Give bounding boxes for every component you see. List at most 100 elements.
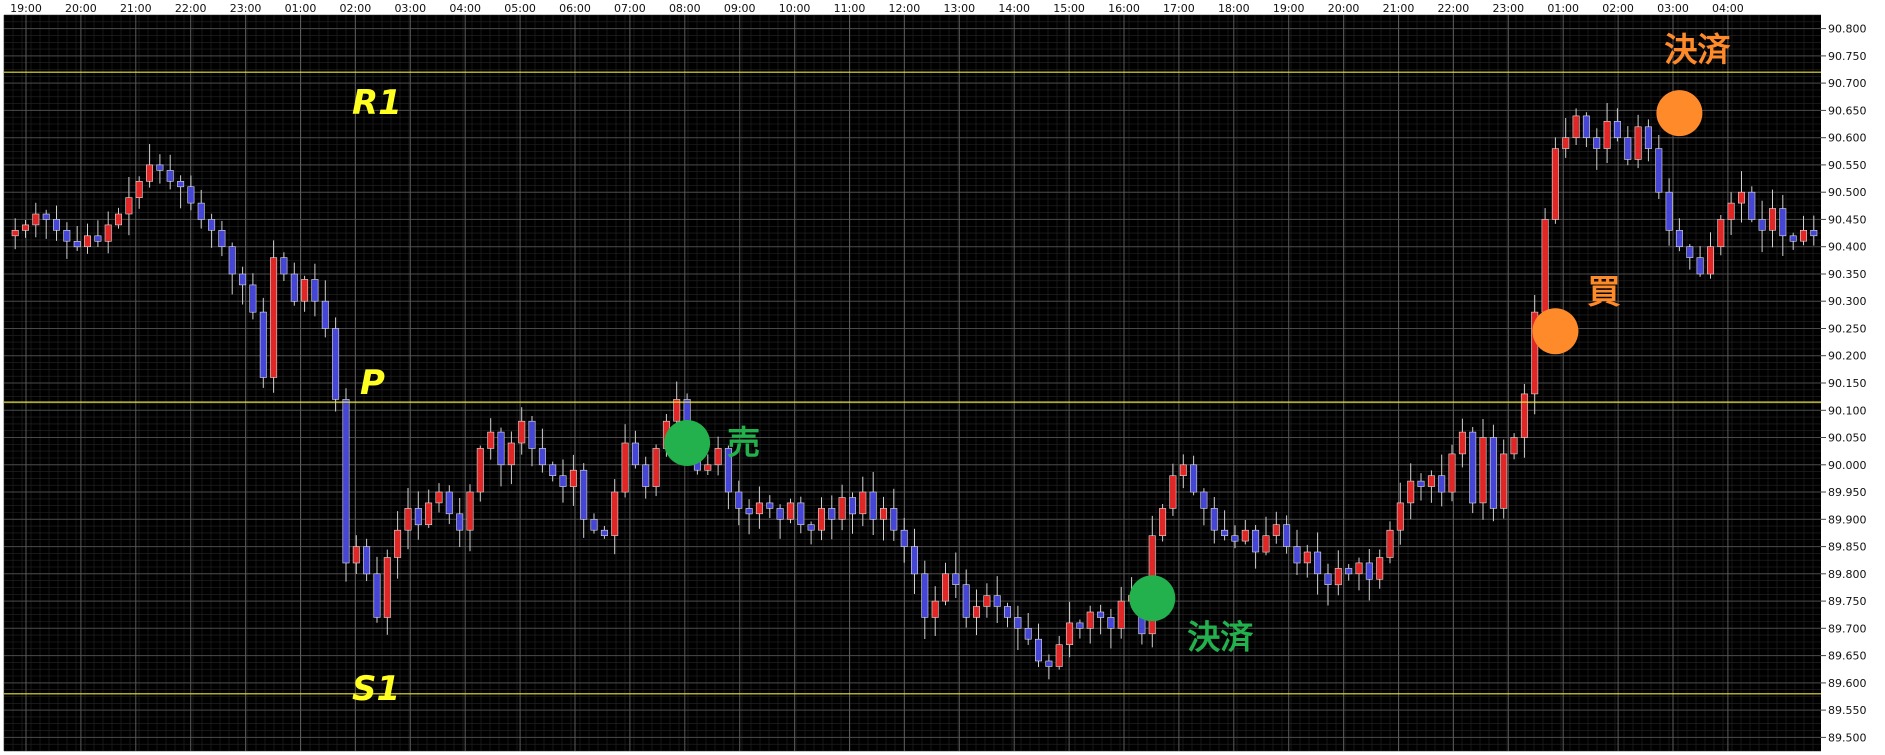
- candle-body: [1303, 551, 1311, 564]
- candle-body: [590, 518, 598, 531]
- x-tick-label: 21:00: [1383, 2, 1415, 15]
- x-tick-label: 16:00: [1108, 2, 1140, 15]
- candle-body: [1779, 208, 1787, 237]
- pivot-label-r1: R1: [352, 83, 402, 123]
- y-tick-label: 90.650: [1828, 104, 1867, 117]
- y-tick-label: 90.500: [1828, 186, 1867, 199]
- candle-body: [755, 502, 763, 515]
- candle-body: [1469, 431, 1477, 504]
- candle-body: [435, 491, 443, 504]
- candle-body: [1675, 230, 1683, 248]
- candle-body: [290, 273, 298, 302]
- candle-body: [104, 224, 112, 242]
- candle-body: [32, 213, 40, 226]
- candle-body: [714, 448, 722, 466]
- candle-body: [1014, 617, 1022, 629]
- candle-body: [1603, 121, 1611, 149]
- pivot-label-p: P: [360, 363, 385, 403]
- x-tick-label: 02:00: [1602, 2, 1634, 15]
- candle-body: [1003, 606, 1011, 618]
- candle-body: [1159, 508, 1167, 536]
- candle-body: [187, 186, 195, 204]
- candle-body: [652, 448, 660, 487]
- y-tick-label: 89.900: [1828, 513, 1867, 526]
- y-tick-label: 90.600: [1828, 132, 1867, 145]
- x-tick-label: 02:00: [340, 2, 372, 15]
- y-tick-label: 90.050: [1828, 432, 1867, 445]
- x-tick-label: 21:00: [120, 2, 152, 15]
- y-tick-label: 90.150: [1828, 377, 1867, 390]
- x-tick-label: 09:00: [724, 2, 756, 15]
- candle-body: [1727, 202, 1735, 220]
- y-tick-label: 90.800: [1828, 23, 1867, 36]
- candle-body: [456, 513, 464, 531]
- candle: [1159, 504, 1167, 542]
- x-tick-label: 03:00: [1657, 2, 1689, 15]
- candle-body: [466, 491, 474, 531]
- y-tick-label: 89.950: [1828, 486, 1867, 499]
- candle-body: [1810, 230, 1818, 237]
- trade-marker-sell-exit: [1129, 575, 1176, 622]
- candle-body: [73, 241, 81, 248]
- candle: [270, 240, 278, 393]
- candle-body: [1293, 546, 1301, 564]
- x-tick-label: 20:00: [1328, 2, 1360, 15]
- candle-body: [1200, 491, 1208, 509]
- candle-body: [1345, 568, 1353, 575]
- candle-body: [704, 464, 712, 471]
- candle-body: [631, 442, 639, 466]
- candle-body: [838, 497, 846, 520]
- x-tick-label: 03:00: [394, 2, 426, 15]
- candle-body: [910, 546, 918, 575]
- candle-body: [890, 508, 898, 531]
- x-tick-label: 01:00: [285, 2, 317, 15]
- candle-body: [1551, 148, 1559, 220]
- candle-body: [1634, 126, 1642, 160]
- candle-body: [1231, 535, 1239, 542]
- candle-body: [146, 164, 154, 182]
- x-tick-label: 19:00: [1273, 2, 1305, 15]
- candle-body: [1800, 230, 1808, 242]
- trade-label-buy-exit: 決済: [1664, 30, 1731, 69]
- candle: [1489, 424, 1497, 522]
- candle-body: [1024, 627, 1032, 640]
- candle-body: [1355, 562, 1363, 575]
- candle-body: [1520, 393, 1528, 438]
- candle-body: [1717, 219, 1725, 247]
- candle-body: [115, 213, 123, 226]
- candle-body: [952, 573, 960, 585]
- candle-body: [363, 546, 371, 575]
- candle-body: [735, 491, 743, 509]
- candle-body: [84, 235, 92, 248]
- candle-body: [1789, 235, 1797, 242]
- candle-body: [239, 273, 247, 286]
- candle-body: [487, 431, 495, 449]
- candle-body: [404, 508, 412, 531]
- candle-body: [352, 546, 360, 564]
- candle-body: [766, 502, 774, 509]
- candle: [1551, 137, 1559, 224]
- candle-body: [1190, 464, 1198, 493]
- candle-body: [1076, 622, 1084, 629]
- y-tick-label: 90.000: [1828, 459, 1867, 472]
- candle-body: [1458, 431, 1466, 455]
- candle-body: [786, 502, 794, 520]
- y-tick-label: 89.700: [1828, 622, 1867, 635]
- candle-body: [549, 464, 557, 476]
- candle-body: [1283, 524, 1291, 547]
- candle-body: [972, 606, 980, 618]
- y-tick-label: 90.200: [1828, 350, 1867, 363]
- candle-body: [1107, 617, 1115, 629]
- x-tick-label: 04:00: [1712, 2, 1744, 15]
- y-tick-label: 90.750: [1828, 50, 1867, 63]
- candle-body: [228, 246, 236, 275]
- candle-body: [394, 529, 402, 558]
- x-tick-label: 23:00: [1492, 2, 1524, 15]
- candle-body: [321, 300, 329, 329]
- candle-body: [869, 491, 877, 520]
- candle-body: [1407, 480, 1415, 504]
- candle-body: [1769, 208, 1777, 231]
- candle-body: [621, 442, 629, 493]
- candle-body: [983, 595, 991, 607]
- x-tick-label: 18:00: [1218, 2, 1250, 15]
